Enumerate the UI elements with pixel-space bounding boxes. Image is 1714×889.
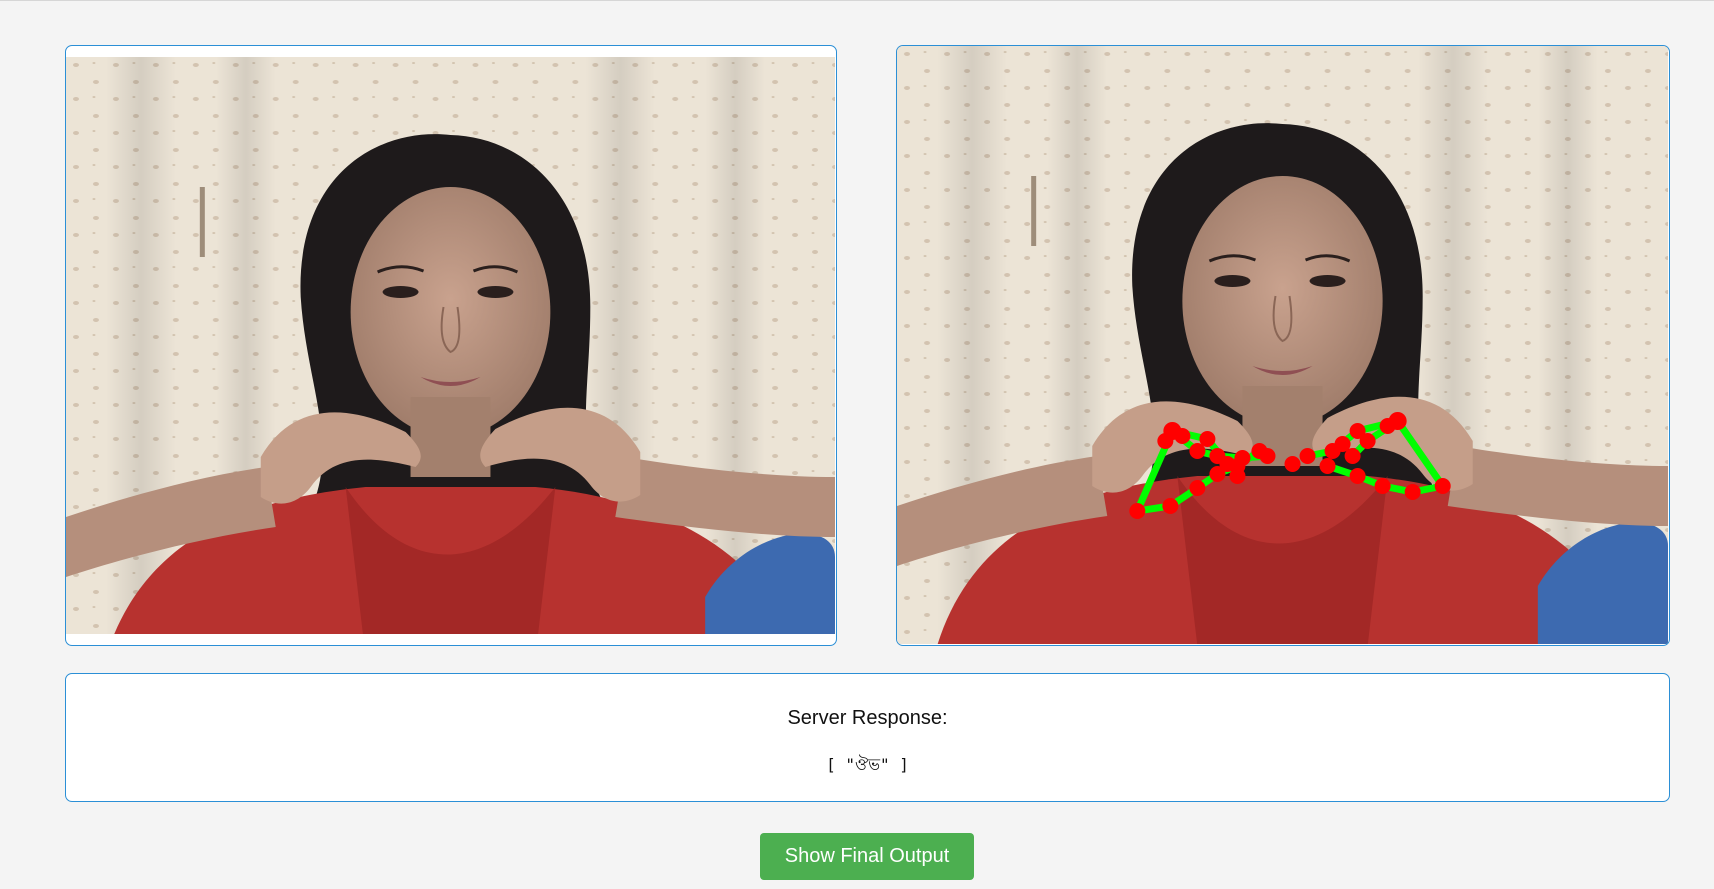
annotated-camera-panel — [896, 45, 1670, 646]
show-final-output-button[interactable]: Show Final Output — [760, 833, 974, 880]
webcam-image — [66, 57, 835, 634]
raw-camera-panel — [65, 45, 837, 646]
raw-camera-feed — [66, 57, 835, 634]
annotated-camera-feed — [897, 46, 1668, 644]
server-response-title: Server Response: — [787, 707, 948, 729]
top-divider — [0, 0, 1714, 1]
webcam-image-with-landmarks — [897, 46, 1668, 644]
server-response-panel: Server Response: [ "ঔভ" ] — [65, 673, 1670, 802]
server-response-body: [ "ঔভ" ] — [826, 755, 909, 774]
